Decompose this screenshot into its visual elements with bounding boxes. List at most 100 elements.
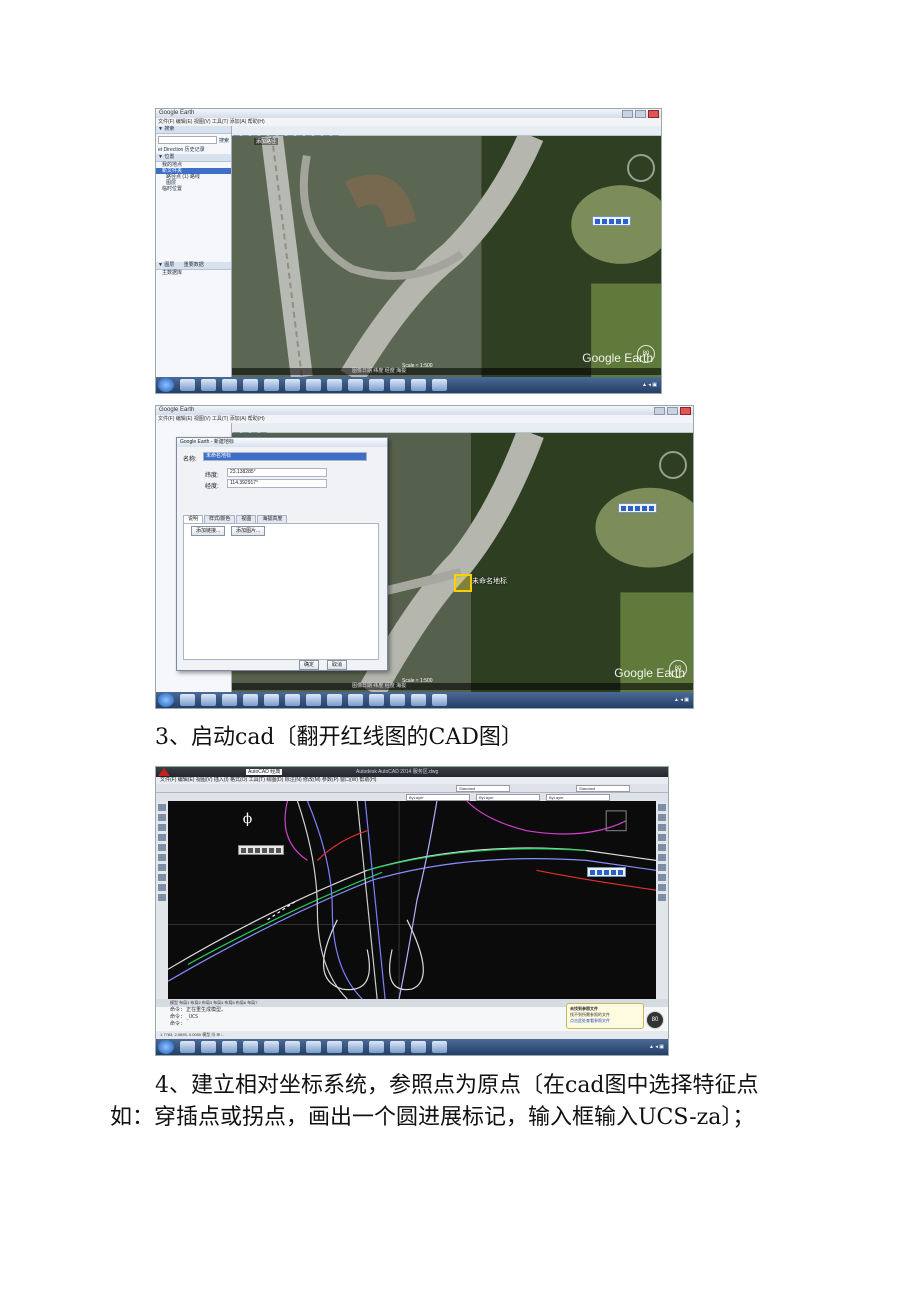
menu-bar[interactable]: 文件(F) 编辑(E) 视图(V) 工具(T) 添加(A) 帮助(H) <box>156 118 661 126</box>
floating-toolbar[interactable] <box>587 867 626 877</box>
taskbar-icon[interactable] <box>285 1041 300 1053</box>
tree-item[interactable]: 临时位置 <box>156 186 231 192</box>
close-button[interactable] <box>680 407 691 415</box>
erase-tool-icon[interactable] <box>658 804 666 811</box>
system-tray[interactable]: ▲ ◂ ▣ <box>674 697 689 703</box>
extend-tool-icon[interactable] <box>658 884 666 891</box>
compass-icon[interactable] <box>659 451 687 479</box>
taskbar-icon[interactable] <box>348 379 363 391</box>
taskbar-icon[interactable] <box>180 694 195 706</box>
search-panel-header[interactable]: ▼ 搜索 <box>156 126 231 134</box>
places-panel-header[interactable]: ▼ 位置 <box>156 154 231 162</box>
longitude-field[interactable]: 114.392917° <box>227 479 327 488</box>
taskbar-icon[interactable] <box>285 379 300 391</box>
menu-bar[interactable]: 文件(F) 编辑(E) 视图(V) 工具(T) 添加(A) 帮助(H) <box>156 415 693 423</box>
ok-button[interactable]: 确定 <box>299 660 320 670</box>
taskbar-icon[interactable] <box>306 1041 321 1053</box>
start-button[interactable] <box>158 693 174 707</box>
mirror-tool-icon[interactable] <box>658 824 666 831</box>
scale-tool-icon[interactable] <box>658 864 666 871</box>
cancel-button[interactable]: 取消 <box>327 660 348 670</box>
tree-item[interactable]: 主数据库 <box>156 270 231 276</box>
satellite-map[interactable]: 添加路径 Scale ≈ 1:500 Google Earth 80 图像日期 … <box>232 136 661 377</box>
rotate-tool-icon[interactable] <box>658 854 666 861</box>
zoom-indicator[interactable]: 80 <box>669 660 687 678</box>
notification-balloon[interactable]: 未找到参照文件 找不到所需参照的文件 点击此处查看参照文件 <box>566 1003 644 1029</box>
taskbar-icon[interactable] <box>285 694 300 706</box>
menu-bar[interactable]: 文件(F) 编辑(E) 视图(V) 插入(I) 格式(O) 工具(T) 绘图(D… <box>156 777 668 784</box>
status-bar[interactable]: 1.7783, 2.0695, 0.0000 模型 ▦ ⊞ ∟ <box>156 1031 668 1039</box>
taskbar-icon[interactable] <box>327 379 342 391</box>
taskbar-icon[interactable] <box>411 694 426 706</box>
spline-tool-icon[interactable] <box>158 864 166 871</box>
taskbar-icon[interactable] <box>180 1041 195 1053</box>
placemark-pin-icon[interactable] <box>454 574 472 592</box>
taskbar-icon[interactable] <box>306 379 321 391</box>
ellipse-tool-icon[interactable] <box>158 874 166 881</box>
taskbar-icon[interactable] <box>411 1041 426 1053</box>
autocad-logo-icon[interactable] <box>158 768 170 776</box>
taskbar-icon[interactable] <box>201 694 216 706</box>
taskbar-icon[interactable] <box>390 1041 405 1053</box>
taskbar-icon[interactable] <box>243 694 258 706</box>
trim-tool-icon[interactable] <box>658 874 666 881</box>
taskbar-icon[interactable] <box>369 694 384 706</box>
fillet-tool-icon[interactable] <box>658 894 666 901</box>
copy-tool-icon[interactable] <box>658 814 666 821</box>
add-link-button[interactable]: 添加链接... <box>191 526 226 536</box>
system-tray[interactable]: ▲ ◂ ▣ <box>642 382 657 388</box>
line-tool-icon[interactable] <box>158 804 166 811</box>
polygon-tool-icon[interactable] <box>158 824 166 831</box>
color-select[interactable]: ByLayer <box>406 794 470 801</box>
taskbar-icon[interactable] <box>327 1041 342 1053</box>
floating-toolbar[interactable] <box>238 845 284 855</box>
taskbar-icon[interactable] <box>201 1041 216 1053</box>
compass-icon[interactable] <box>627 154 655 182</box>
start-button[interactable] <box>158 1040 174 1054</box>
start-button[interactable] <box>158 378 174 392</box>
name-field[interactable]: 未命名地标 <box>203 452 367 461</box>
taskbar-icon[interactable] <box>348 1041 363 1053</box>
move-tool-icon[interactable] <box>658 844 666 851</box>
taskbar-icon[interactable] <box>264 1041 279 1053</box>
taskbar-icon[interactable] <box>264 379 279 391</box>
linetype-select[interactable]: ByLayer <box>476 794 540 801</box>
taskbar-icon[interactable] <box>243 1041 258 1053</box>
maximize-button[interactable] <box>635 110 646 118</box>
plotstyle-select[interactable]: Standard <box>576 785 630 792</box>
taskbar-icon[interactable] <box>432 1041 447 1053</box>
minimize-button[interactable] <box>654 407 665 415</box>
taskbar-icon[interactable] <box>201 379 216 391</box>
zoom-indicator[interactable]: 80 <box>637 345 655 363</box>
latitude-field[interactable]: 23.138285° <box>227 468 327 477</box>
hatch-tool-icon[interactable] <box>158 884 166 891</box>
taskbar-icon[interactable] <box>264 694 279 706</box>
offset-tool-icon[interactable] <box>658 834 666 841</box>
system-tray[interactable]: ▲ ◂ ▣ <box>649 1044 664 1050</box>
taskbar-icon[interactable] <box>243 379 258 391</box>
taskbar-icon[interactable] <box>348 694 363 706</box>
taskbar-icon[interactable] <box>222 694 237 706</box>
taskbar-icon[interactable] <box>390 379 405 391</box>
taskbar-icon[interactable] <box>432 379 447 391</box>
minimize-button[interactable] <box>622 110 633 118</box>
taskbar-icon[interactable] <box>411 379 426 391</box>
taskbar-icon[interactable] <box>369 1041 384 1053</box>
taskbar-icon[interactable] <box>222 1041 237 1053</box>
description-textarea[interactable] <box>183 523 379 660</box>
dimstyle-select[interactable]: Standard <box>456 785 510 792</box>
taskbar-icon[interactable] <box>180 379 195 391</box>
polyline-tool-icon[interactable] <box>158 814 166 821</box>
search-tabs[interactable]: et Direction 历史记录 <box>158 147 229 153</box>
maximize-button[interactable] <box>667 407 678 415</box>
workspace-select[interactable]: AutoCAD 经典 <box>246 769 283 775</box>
taskbar-icon[interactable] <box>306 694 321 706</box>
drawing-canvas[interactable]: ϕ <box>168 801 656 999</box>
layers-panel-header[interactable]: ▼ 图层 重要数据 <box>156 262 231 270</box>
taskbar-icon[interactable] <box>222 379 237 391</box>
add-path-button[interactable]: 添加路径 <box>254 138 279 145</box>
text-tool-icon[interactable] <box>158 894 166 901</box>
zoom-indicator[interactable]: 80 <box>646 1011 664 1029</box>
circle-tool-icon[interactable] <box>158 854 166 861</box>
close-button[interactable] <box>648 110 659 118</box>
